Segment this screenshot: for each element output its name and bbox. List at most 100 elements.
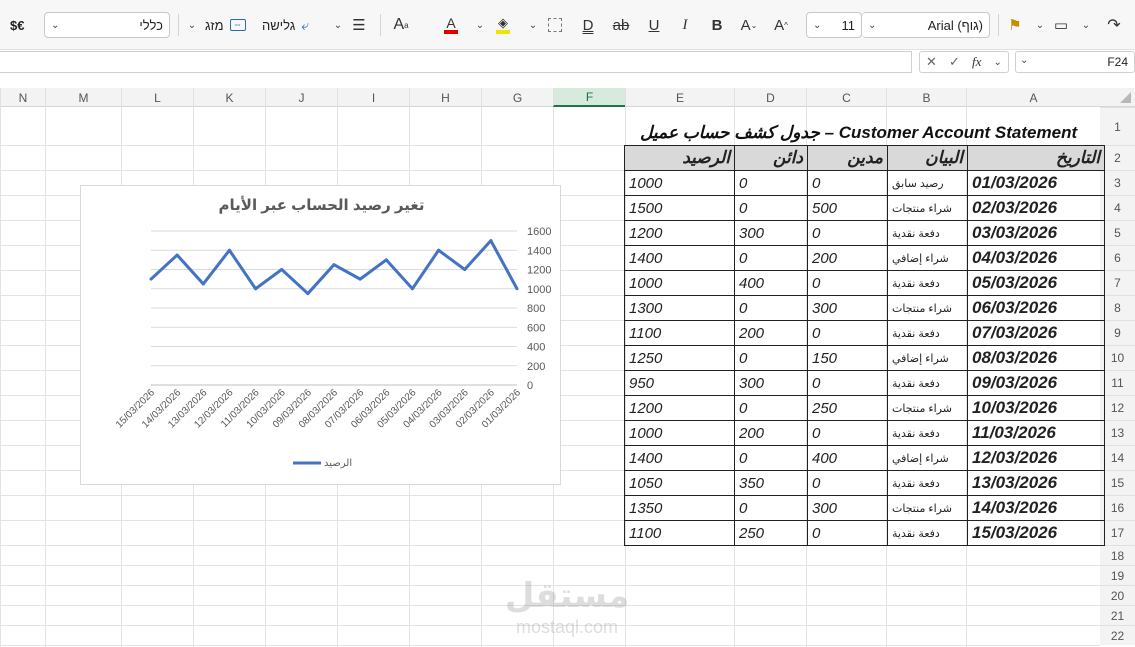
chevron-down-icon[interactable]: ⌄ bbox=[994, 57, 1002, 68]
cell-description[interactable]: دفعة نقدية bbox=[887, 520, 968, 546]
cell-credit[interactable]: 300 bbox=[734, 220, 808, 246]
cell-debit[interactable]: 300 bbox=[807, 295, 888, 321]
header-debit[interactable]: مدين bbox=[807, 145, 888, 171]
format-painter-icon[interactable]: ⚑ bbox=[1006, 13, 1024, 37]
row-header-5[interactable]: 5 bbox=[1100, 220, 1135, 245]
column-header-c[interactable]: C bbox=[806, 88, 886, 107]
chevron-down-icon[interactable]: ⌄ bbox=[1020, 55, 1028, 66]
cell-description[interactable]: شراء إضافي bbox=[887, 445, 968, 471]
column-header-m[interactable]: M bbox=[45, 88, 121, 107]
chevron-down-icon[interactable]: ⌄ bbox=[1080, 13, 1092, 37]
row-header-2[interactable]: 2 bbox=[1100, 145, 1135, 170]
column-header-b[interactable]: B bbox=[886, 88, 966, 107]
name-box[interactable]: ⌄ F24 bbox=[1015, 51, 1135, 73]
row-header-1[interactable]: 1 bbox=[1100, 107, 1135, 145]
cell-date[interactable]: 04/03/2026 bbox=[967, 245, 1105, 271]
cell-debit[interactable]: 0 bbox=[807, 170, 888, 196]
cell-description[interactable]: شراء منتجات bbox=[887, 295, 968, 321]
cell-description[interactable]: شراء منتجات bbox=[887, 195, 968, 221]
column-header-j[interactable]: J bbox=[265, 88, 337, 107]
cell-credit[interactable]: 0 bbox=[734, 295, 808, 321]
row-header-13[interactable]: 13 bbox=[1100, 420, 1135, 445]
paste-icon[interactable]: ▭ bbox=[1052, 13, 1070, 37]
row-header-16[interactable]: 16 bbox=[1100, 495, 1135, 520]
row-header-9[interactable]: 9 bbox=[1100, 320, 1135, 345]
cell-description[interactable]: شراء منتجات bbox=[887, 495, 968, 521]
cell-balance[interactable]: 1250 bbox=[624, 345, 735, 371]
column-header-h[interactable]: H bbox=[409, 88, 481, 107]
increase-font-icon[interactable]: A ^ bbox=[770, 13, 792, 37]
cell-credit[interactable]: 300 bbox=[734, 370, 808, 396]
chevron-down-icon[interactable]: ⌄ bbox=[332, 13, 344, 37]
cell-balance[interactable]: 1500 bbox=[624, 195, 735, 221]
cell-date[interactable]: 01/03/2026 bbox=[967, 170, 1105, 196]
cell-balance[interactable]: 1200 bbox=[624, 395, 735, 421]
row-header-18[interactable]: 18 bbox=[1100, 545, 1135, 565]
cell-debit[interactable]: 0 bbox=[807, 520, 888, 546]
borders-icon[interactable] bbox=[544, 13, 566, 37]
column-header-l[interactable]: L bbox=[121, 88, 193, 107]
cell-description[interactable]: دفعة نقدية bbox=[887, 420, 968, 446]
cell-debit[interactable]: 0 bbox=[807, 370, 888, 396]
cell-debit[interactable]: 0 bbox=[807, 470, 888, 496]
align-icon[interactable]: ☰ bbox=[348, 13, 370, 37]
select-all-corner[interactable] bbox=[1100, 88, 1135, 107]
number-format-select[interactable]: ⌄ כללי bbox=[44, 12, 170, 38]
cell-date[interactable]: 10/03/2026 bbox=[967, 395, 1105, 421]
row-header-11[interactable]: 11 bbox=[1100, 370, 1135, 395]
font-size-select[interactable]: ⌄ 11 bbox=[806, 12, 862, 38]
bold-icon[interactable]: B bbox=[706, 13, 728, 37]
cell-balance[interactable]: 1400 bbox=[624, 245, 735, 271]
cell-credit[interactable]: 0 bbox=[734, 170, 808, 196]
cell-balance[interactable]: 1000 bbox=[624, 270, 735, 296]
cell-debit[interactable]: 300 bbox=[807, 495, 888, 521]
column-header-k[interactable]: K bbox=[193, 88, 265, 107]
cell-description[interactable]: رصيد سابق bbox=[887, 170, 968, 196]
chevron-down-icon[interactable]: ⌄ bbox=[474, 13, 486, 37]
cell-balance[interactable]: 1400 bbox=[624, 445, 735, 471]
row-header-10[interactable]: 10 bbox=[1100, 345, 1135, 370]
fill-color-button[interactable]: ◈ bbox=[492, 13, 514, 37]
row-header-17[interactable]: 17 bbox=[1100, 520, 1135, 545]
wrap-text-button[interactable]: גלישה ⤶ bbox=[262, 13, 309, 37]
row-header-20[interactable]: 20 bbox=[1100, 585, 1135, 605]
row-header-6[interactable]: 6 bbox=[1100, 245, 1135, 270]
row-header-15[interactable]: 15 bbox=[1100, 470, 1135, 495]
header-balance[interactable]: الرصيد bbox=[624, 145, 735, 171]
cell-balance[interactable]: 1100 bbox=[624, 520, 735, 546]
cell-date[interactable]: 02/03/2026 bbox=[967, 195, 1105, 221]
cell-description[interactable]: دفعة نقدية bbox=[887, 370, 968, 396]
header-date[interactable]: التاريخ bbox=[967, 145, 1105, 171]
cell-balance[interactable]: 1000 bbox=[624, 420, 735, 446]
column-header-f[interactable]: F bbox=[553, 88, 625, 107]
row-header-4[interactable]: 4 bbox=[1100, 195, 1135, 220]
cell-credit[interactable]: 0 bbox=[734, 195, 808, 221]
redo-icon[interactable]: ↷ bbox=[1104, 13, 1124, 37]
formula-input[interactable] bbox=[0, 51, 912, 73]
cell-date[interactable]: 03/03/2026 bbox=[967, 220, 1105, 246]
row-header-7[interactable]: 7 bbox=[1100, 270, 1135, 295]
cell-credit[interactable]: 0 bbox=[734, 345, 808, 371]
row-header-22[interactable]: 22 bbox=[1100, 625, 1135, 645]
cell-date[interactable]: 13/03/2026 bbox=[967, 470, 1105, 496]
cell-description[interactable]: دفعة نقدية bbox=[887, 470, 968, 496]
sheet-title[interactable]: جدول كشف حساب عميل – Customer Account St… bbox=[640, 123, 1077, 145]
cell-date[interactable]: 08/03/2026 bbox=[967, 345, 1105, 371]
chevron-down-icon[interactable]: ⌄ bbox=[1034, 13, 1046, 37]
cell-credit[interactable]: 0 bbox=[734, 495, 808, 521]
column-header-i[interactable]: I bbox=[337, 88, 409, 107]
column-header-n[interactable]: N bbox=[0, 88, 45, 107]
cell-description[interactable]: شراء إضافي bbox=[887, 245, 968, 271]
cell-debit[interactable]: 0 bbox=[807, 270, 888, 296]
chevron-down-icon[interactable]: ⌄ bbox=[186, 13, 198, 37]
cell-credit[interactable]: 250 bbox=[734, 520, 808, 546]
cell-credit[interactable]: 400 bbox=[734, 270, 808, 296]
cell-debit[interactable]: 0 bbox=[807, 420, 888, 446]
cell-date[interactable]: 07/03/2026 bbox=[967, 320, 1105, 346]
cell-description[interactable]: دفعة نقدية bbox=[887, 320, 968, 346]
cell-credit[interactable]: 0 bbox=[734, 245, 808, 271]
cell-date[interactable]: 15/03/2026 bbox=[967, 520, 1105, 546]
cell-credit[interactable]: 200 bbox=[734, 320, 808, 346]
row-header-8[interactable]: 8 bbox=[1100, 295, 1135, 320]
row-header-3[interactable]: 3 bbox=[1100, 170, 1135, 195]
